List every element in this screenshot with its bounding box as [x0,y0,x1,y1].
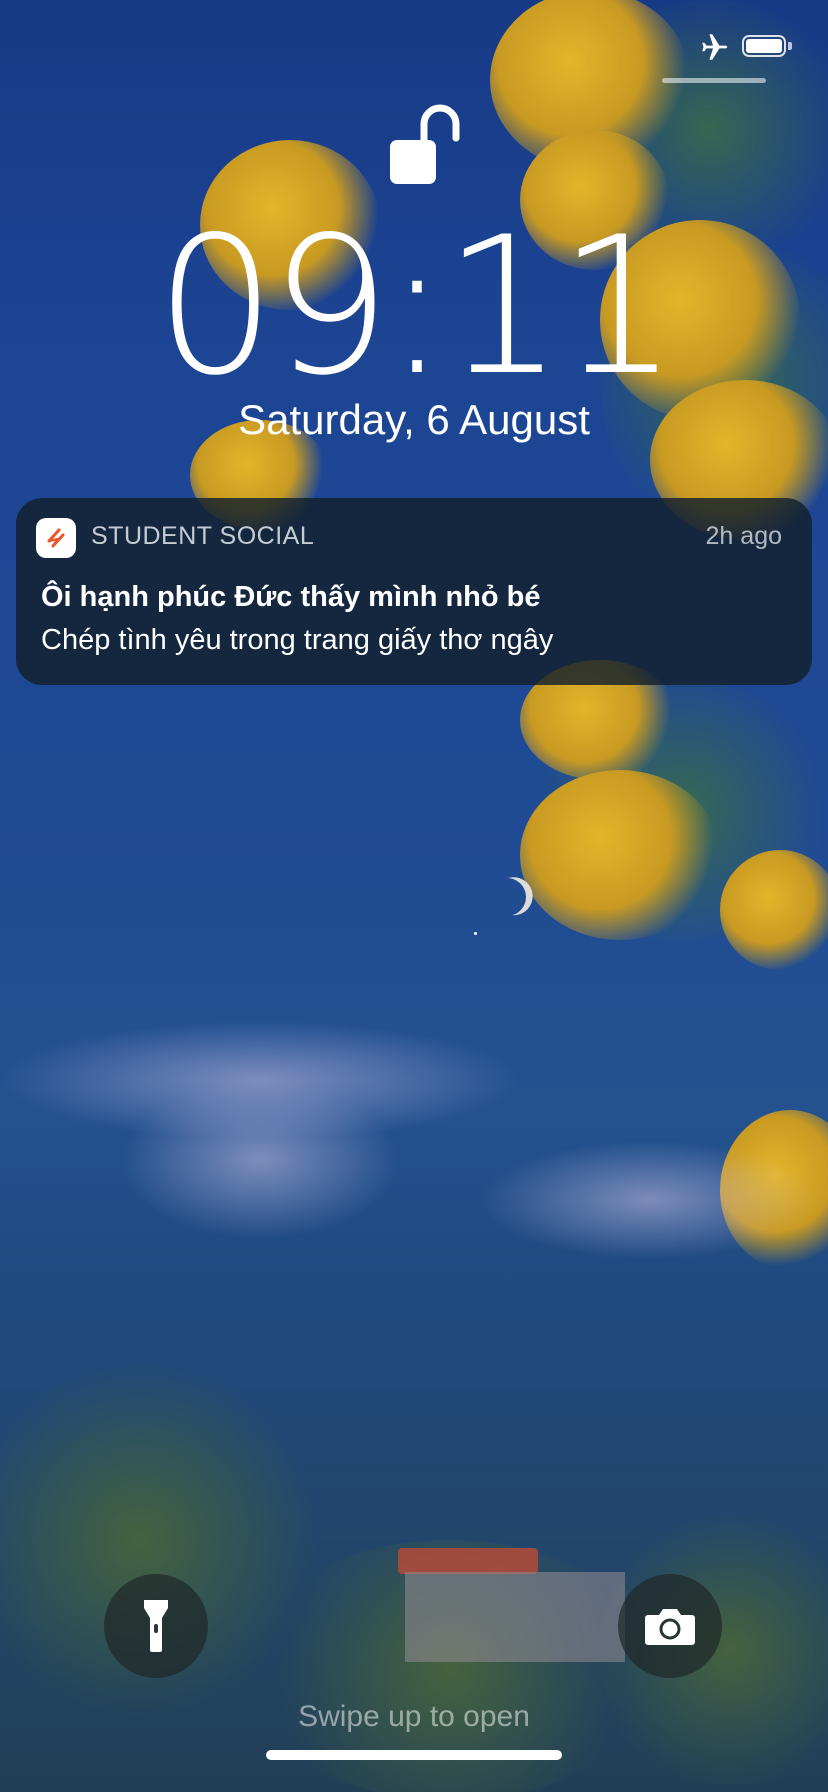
notification-card[interactable]: STUDENT SOCIAL 2h ago Ôi hạnh phúc Đức t… [16,498,812,685]
home-indicator[interactable] [266,1750,562,1760]
lock-screen-date: Saturday, 6 August [238,396,590,443]
student-social-logo-icon [36,518,76,558]
lock-screen-time: 09:11 [155,196,679,417]
flashlight-button[interactable] [104,1574,208,1678]
unlocked-padlock-icon [390,104,460,184]
control-center-indicator[interactable] [662,78,766,83]
lock-screen: 09:11 Saturday, 6 August STUDENT SOCIAL … [0,0,828,1792]
notification-body: Chép tình yêu trong trang giấy thơ ngây [41,624,554,656]
camera-icon [645,1609,695,1645]
flashlight-icon [144,1600,168,1652]
swipe-up-hint: Swipe up to open [298,1700,530,1733]
battery-icon [742,35,794,59]
status-bar [696,30,794,64]
notification-app-name: STUDENT SOCIAL [91,522,315,550]
camera-button[interactable] [618,1574,722,1678]
airplane-icon [702,34,728,60]
notification-title: Ôi hạnh phúc Đức thấy mình nhỏ bé [41,581,541,613]
notification-time: 2h ago [705,522,782,550]
